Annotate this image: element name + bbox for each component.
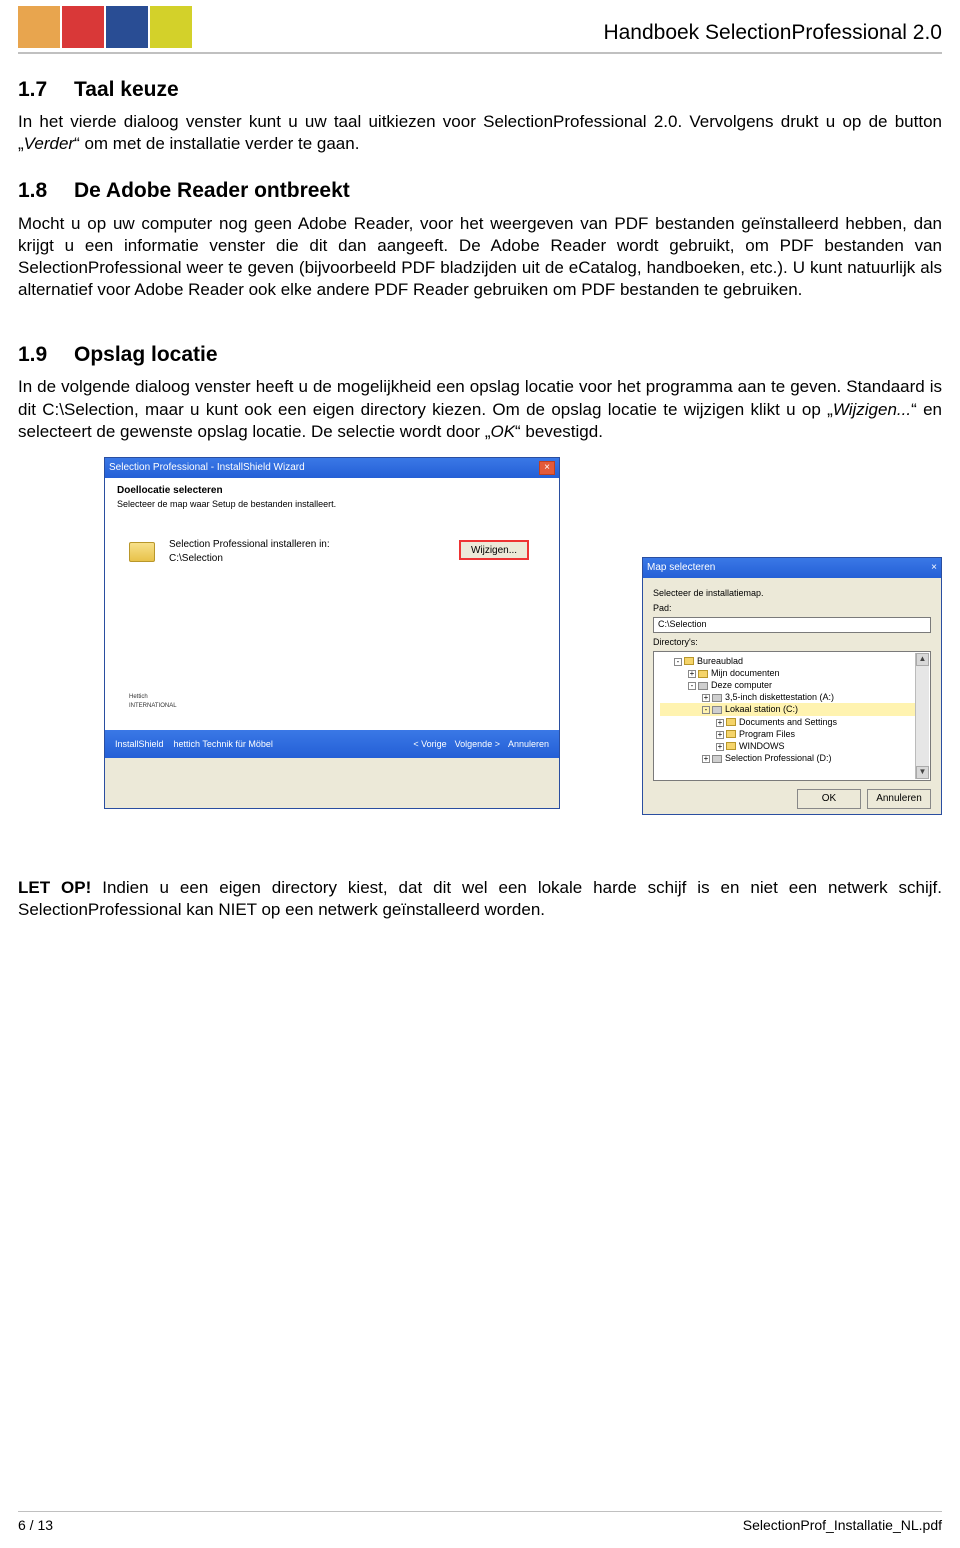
tree-item[interactable]: +3,5-inch diskettestation (A:) <box>660 691 924 703</box>
paragraph: In de volgende dialoog venster heeft u d… <box>18 376 942 442</box>
heading-text: De Adobe Reader ontbreekt <box>74 177 350 204</box>
heading-1-7: 1.7 Taal keuze <box>18 76 942 103</box>
directory-label: Directory's: <box>653 637 931 649</box>
window-title: Selection Professional - InstallShield W… <box>109 461 305 474</box>
folder-select-window: Map selecteren × Selecteer de installati… <box>642 557 942 815</box>
page-number: 6 / 13 <box>18 1516 53 1534</box>
directory-tree[interactable]: -Bureaublad +Mijn documenten -Deze compu… <box>653 651 931 781</box>
logo-square <box>150 6 192 48</box>
heading-1-8: 1.8 De Adobe Reader ontbreekt <box>18 177 942 204</box>
tree-item[interactable]: +Documents and Settings <box>660 716 924 728</box>
next-button[interactable]: Volgende > <box>455 739 500 751</box>
section-1-8: 1.8 De Adobe Reader ontbreekt Mocht u op… <box>18 177 942 301</box>
installer-footer: InstallShield hettich Technik für Möbel … <box>105 730 559 758</box>
cancel-button[interactable]: Annuleren <box>867 789 931 809</box>
paragraph: In het vierde dialoog venster kunt u uw … <box>18 111 942 155</box>
close-icon[interactable]: × <box>539 461 555 475</box>
tree-item-selected[interactable]: -Lokaal station (C:) <box>660 703 924 715</box>
change-button[interactable]: Wijzigen... <box>459 540 529 560</box>
path-label: Pad: <box>653 603 931 615</box>
section-1-7: 1.7 Taal keuze In het vierde dialoog ven… <box>18 76 942 155</box>
document-title: Handboek SelectionProfessional 2.0 <box>603 19 942 48</box>
heading-number: 1.7 <box>18 76 60 103</box>
warning-paragraph: LET OP! Indien u een eigen directory kie… <box>18 877 942 921</box>
heading-number: 1.8 <box>18 177 60 204</box>
heading-1-9: 1.9 Opslag locatie <box>18 341 942 368</box>
tree-item[interactable]: +Mijn documenten <box>660 667 924 679</box>
heading-text: Taal keuze <box>74 76 179 103</box>
back-button[interactable]: < Vorige <box>413 739 446 751</box>
folder-select-titlebar[interactable]: Map selecteren × <box>643 558 941 578</box>
subheader-title: Doellocatie selecteren <box>117 484 547 497</box>
screenshot-area: Selection Professional - InstallShield W… <box>18 457 942 847</box>
install-label: Selection Professional installeren in: <box>169 538 330 551</box>
tree-item[interactable]: +Program Files <box>660 728 924 740</box>
instruction-label: Selecteer de installatiemap. <box>653 588 931 600</box>
logo-square <box>18 6 60 48</box>
hettich-logo: Hettich INTERNATIONAL <box>129 688 177 710</box>
tree-item[interactable]: -Deze computer <box>660 679 924 691</box>
header-rule <box>18 52 942 54</box>
ok-button[interactable]: OK <box>797 789 861 809</box>
section-1-9: 1.9 Opslag locatie In de volgende dialoo… <box>18 341 942 443</box>
tree-item[interactable]: -Bureaublad <box>660 655 924 667</box>
subheader-desc: Selecteer de map waar Setup de bestanden… <box>117 499 547 511</box>
installer-body: Selection Professional installeren in: C… <box>105 518 559 730</box>
logo-square <box>62 6 104 48</box>
footer-brand-tag: hettich Technik für Möbel <box>174 739 273 751</box>
paragraph: Mocht u op uw computer nog geen Adobe Re… <box>18 213 942 301</box>
cancel-button[interactable]: Annuleren <box>508 739 549 751</box>
scroll-up-icon[interactable]: ▲ <box>916 653 929 666</box>
window-title: Map selecteren <box>647 561 715 574</box>
tree-item[interactable]: +Selection Professional (D:) <box>660 752 924 764</box>
page-header: Handboek SelectionProfessional 2.0 <box>18 0 942 48</box>
file-name: SelectionProf_Installatie_NL.pdf <box>743 1516 942 1534</box>
installer-subheader: Doellocatie selecteren Selecteer de map … <box>105 478 559 519</box>
heading-number: 1.9 <box>18 341 60 368</box>
install-path: C:\Selection <box>169 552 223 565</box>
folder-icon <box>129 542 155 562</box>
tree-item[interactable]: +WINDOWS <box>660 740 924 752</box>
path-input[interactable]: C:\Selection <box>653 617 931 633</box>
installer-window: Selection Professional - InstallShield W… <box>104 457 560 809</box>
warning-label: LET OP! <box>18 878 91 897</box>
close-icon[interactable]: × <box>931 561 937 574</box>
scrollbar[interactable]: ▲ ▼ <box>915 653 929 779</box>
installer-titlebar[interactable]: Selection Professional - InstallShield W… <box>105 458 559 478</box>
folder-select-body: Selecteer de installatiemap. Pad: C:\Sel… <box>643 578 941 815</box>
page-footer: 6 / 13 SelectionProf_Installatie_NL.pdf <box>18 1511 942 1534</box>
heading-text: Opslag locatie <box>74 341 218 368</box>
scroll-down-icon[interactable]: ▼ <box>916 766 929 779</box>
logo-square <box>106 6 148 48</box>
logo-block <box>18 6 192 48</box>
installshield-label: InstallShield <box>115 739 164 751</box>
